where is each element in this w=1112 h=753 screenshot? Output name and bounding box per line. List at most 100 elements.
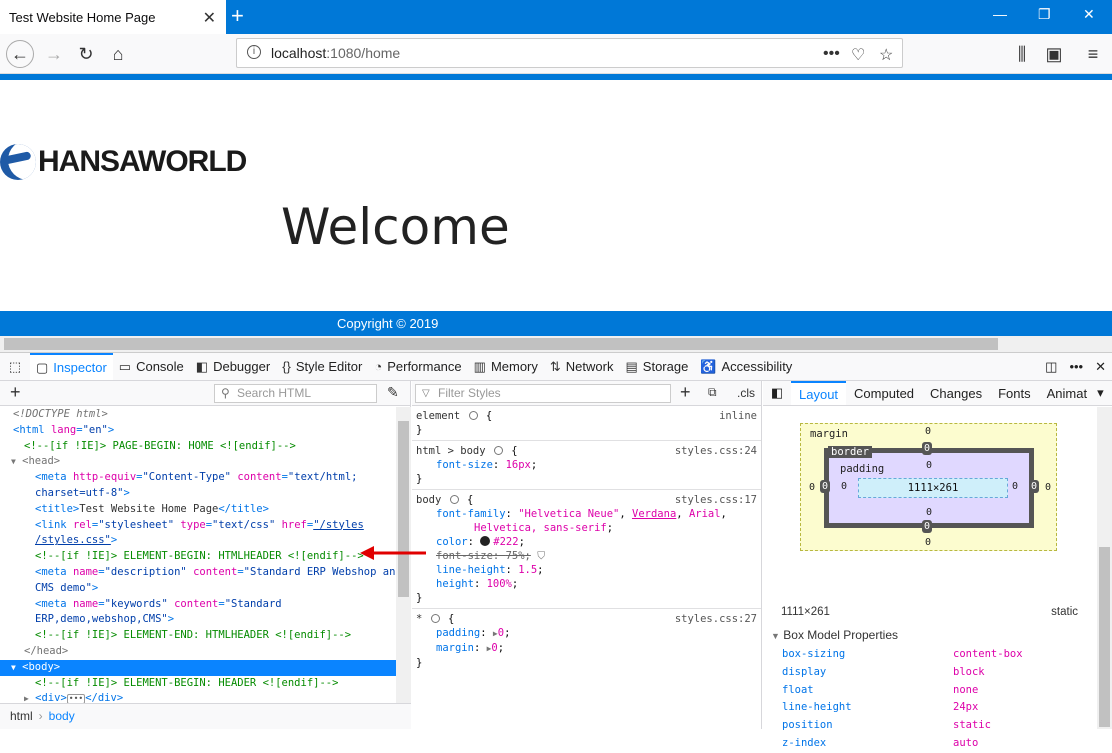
padding-top-value[interactable]: 0 xyxy=(926,460,932,471)
dock-icon[interactable]: ◫ xyxy=(1039,353,1063,380)
scrollbar-thumb[interactable] xyxy=(4,338,998,350)
css-declaration[interactable]: color: #222; xyxy=(416,535,757,549)
css-declaration[interactable]: font-family: "Helvetica Neue", Verdana, … xyxy=(416,507,757,521)
tree-node-selected[interactable]: ▼ <body> xyxy=(0,659,396,676)
rule-source[interactable]: styles.css:24 xyxy=(675,444,757,458)
gear-icon[interactable] xyxy=(468,411,478,420)
collapse-arrow-icon[interactable]: ▶ xyxy=(24,694,29,703)
tree-node[interactable]: ▶ <div> ••• </div> xyxy=(0,691,396,703)
rule-source[interactable]: inline xyxy=(719,409,757,423)
tab-accessibility[interactable]: ♿ Accessibility xyxy=(694,353,798,380)
browser-tab[interactable]: Test Website Home Page ✕ xyxy=(0,0,226,34)
close-tab-icon[interactable]: ✕ xyxy=(203,8,216,28)
tree-node[interactable]: <meta name="description" content="Standa… xyxy=(0,565,396,581)
search-html-input[interactable]: Search HTML xyxy=(214,384,377,403)
ellipsis-icon[interactable]: ••• xyxy=(66,694,86,703)
margin-top-value[interactable]: 0 xyxy=(925,426,931,437)
expand-arrow-icon[interactable]: ▼ xyxy=(11,457,16,466)
tab-computed[interactable]: Computed xyxy=(846,381,922,405)
tree-node[interactable]: <!DOCTYPE html> xyxy=(0,407,396,423)
tab-debugger[interactable]: ◧ Debugger xyxy=(190,353,276,380)
css-declaration[interactable]: line-height: 1.5; xyxy=(416,563,757,577)
close-devtools-icon[interactable]: ✕ xyxy=(1089,353,1112,380)
tab-inspector[interactable]: ▢ Inspector xyxy=(30,353,113,380)
padding-right-value[interactable]: 0 xyxy=(1012,481,1018,492)
gear-icon[interactable] xyxy=(430,614,440,623)
padding-bottom-value[interactable]: 0 xyxy=(926,507,932,518)
tree-node[interactable]: <meta name="keywords" content="Standard xyxy=(0,597,396,613)
border-top-value[interactable]: 0 xyxy=(922,442,933,455)
tab-memory[interactable]: ▥ Memory xyxy=(468,353,544,380)
content-box[interactable]: 1111×261 xyxy=(858,478,1008,498)
element-picker-icon[interactable]: ⬚ xyxy=(0,353,30,380)
toggle-sidebar-icon[interactable]: ◧ xyxy=(763,381,791,405)
tree-node[interactable]: <!--[if !IE]> ELEMENT-BEGIN: HTMLHEADER … xyxy=(0,549,396,565)
cls-button[interactable]: .cls xyxy=(737,386,755,400)
library-icon[interactable]: ⫼ xyxy=(1008,40,1036,68)
tree-node[interactable]: <meta http-equiv="Content-Type" content=… xyxy=(0,470,396,486)
chevron-down-icon[interactable]: ▾ xyxy=(1095,381,1106,405)
rule-source[interactable]: styles.css:27 xyxy=(675,612,757,626)
add-node-icon[interactable]: + xyxy=(10,382,21,403)
sidebar-icon[interactable]: ▣ xyxy=(1040,40,1068,68)
box-model-properties-header[interactable]: ▼ Box Model Properties xyxy=(771,628,898,642)
gear-icon[interactable] xyxy=(449,495,459,504)
tree-node[interactable]: <title>Test Website Home Page</title> xyxy=(0,502,396,518)
more-options-icon[interactable]: ••• xyxy=(1063,353,1089,380)
back-icon[interactable]: ← xyxy=(6,40,34,68)
tab-fonts[interactable]: Fonts xyxy=(990,381,1039,405)
tab-changes[interactable]: Changes xyxy=(922,381,990,405)
menu-icon[interactable]: ≡ xyxy=(1079,40,1107,68)
border-bottom-value[interactable]: 0 xyxy=(922,520,933,533)
eyedropper-icon[interactable]: ✎ xyxy=(387,384,399,401)
tree-node[interactable]: <link rel="stylesheet" type="text/css" h… xyxy=(0,518,396,534)
border-left-value[interactable]: 0 xyxy=(820,480,831,493)
page-horizontal-scrollbar[interactable] xyxy=(0,336,1112,352)
tab-network[interactable]: ⇅ Network xyxy=(544,353,620,380)
attr-link[interactable]: "/styles xyxy=(313,519,364,531)
color-swatch-icon[interactable] xyxy=(480,536,491,546)
add-rule-icon[interactable]: + xyxy=(680,382,691,403)
css-declaration[interactable]: height: 100%; xyxy=(416,577,757,591)
margin-bottom-value[interactable]: 0 xyxy=(925,537,931,548)
hansaworld-logo[interactable]: HANSAWORLD xyxy=(0,144,247,180)
info-icon[interactable]: i xyxy=(247,45,261,59)
scrollbar-thumb[interactable] xyxy=(1099,547,1110,727)
breadcrumb-html[interactable]: html xyxy=(10,709,33,723)
css-declaration[interactable]: margin: ▶0; xyxy=(416,641,757,656)
filter-icon[interactable]: ⛉ xyxy=(537,550,545,562)
breadcrumb-body[interactable]: body xyxy=(49,709,75,723)
home-icon[interactable]: ⌂ xyxy=(104,40,132,68)
tab-console[interactable]: ▭ Console xyxy=(113,353,190,380)
tree-node[interactable]: <!--[if !IE]> ELEMENT-END: HTMLHEADER <!… xyxy=(0,628,396,644)
pseudo-class-icon[interactable]: ⧉ xyxy=(708,385,717,400)
tab-animations[interactable]: Animat xyxy=(1039,381,1095,405)
reload-icon[interactable]: ↻ xyxy=(72,40,100,68)
url-bar[interactable]: i localhost:1080/home ••• ♡ ☆ xyxy=(236,38,903,68)
tree-node[interactable]: <!--[if !IE]> ELEMENT-BEGIN: HEADER <![e… xyxy=(0,676,396,692)
margin-left-value[interactable]: 0 xyxy=(809,482,815,493)
tab-performance[interactable]: ◔ Performance xyxy=(368,353,467,380)
expand-arrow-icon[interactable]: ▼ xyxy=(11,663,16,672)
tree-node[interactable]: ▼ <head> xyxy=(0,454,396,470)
restore-icon[interactable]: ❐ xyxy=(1038,6,1051,23)
tree-node[interactable]: <!--[if !IE]> PAGE-BEGIN: HOME <![endif]… xyxy=(0,439,396,455)
margin-right-value[interactable]: 0 xyxy=(1045,482,1051,493)
filter-styles-input[interactable]: Filter Styles xyxy=(415,384,671,403)
gear-icon[interactable] xyxy=(493,446,503,455)
page-actions-icon[interactable]: ••• xyxy=(823,45,840,63)
attr-link[interactable]: /styles.css" xyxy=(35,534,111,546)
tab-storage[interactable]: ▤ Storage xyxy=(619,353,694,380)
rule-source[interactable]: styles.css:17 xyxy=(675,493,757,507)
forward-icon[interactable]: → xyxy=(40,40,68,68)
bookmark-star-icon[interactable]: ☆ xyxy=(879,45,893,65)
minimize-icon[interactable]: — xyxy=(993,6,1007,22)
scrollbar-thumb[interactable] xyxy=(398,421,409,597)
pocket-icon[interactable]: ♡ xyxy=(851,45,865,65)
tree-node[interactable]: <html lang="en"> xyxy=(0,423,396,439)
new-tab-icon[interactable]: + xyxy=(231,3,244,29)
css-declaration[interactable]: padding: ▶0; xyxy=(416,626,757,641)
padding-left-value[interactable]: 0 xyxy=(841,481,847,492)
border-right-value[interactable]: 0 xyxy=(1029,480,1040,493)
tree-node[interactable]: </head> xyxy=(0,644,396,660)
